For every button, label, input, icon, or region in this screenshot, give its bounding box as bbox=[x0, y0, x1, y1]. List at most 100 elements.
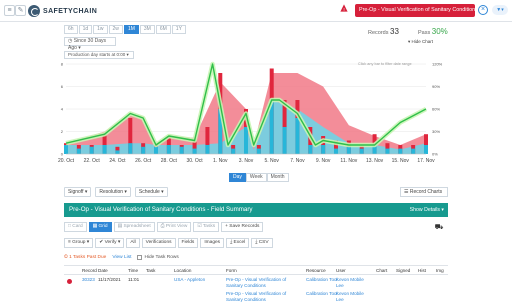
column-header-form[interactable]: Form bbox=[226, 266, 237, 276]
show-details-button[interactable]: Show Details ▾ bbox=[410, 203, 444, 217]
toolbar-excel-button[interactable]: ⤓ Excel bbox=[226, 238, 250, 248]
range-button-1y[interactable]: 1Y bbox=[171, 25, 186, 34]
checkbox-box bbox=[137, 254, 143, 260]
column-header-signed[interactable]: Signed bbox=[396, 266, 410, 276]
view-mode-month[interactable]: Month bbox=[266, 173, 289, 182]
cell-location[interactable]: USA - Appleton bbox=[174, 277, 205, 283]
toolbar-images-button[interactable]: Images bbox=[200, 238, 225, 248]
safetychain-logo[interactable]: SAFETYCHAIN bbox=[28, 5, 97, 17]
logo-icon bbox=[28, 5, 40, 17]
toolbar-csv-button[interactable]: ⤓ CSV bbox=[251, 238, 273, 248]
records-label: Records bbox=[368, 30, 389, 36]
toolbar-tasks-button[interactable]: ☑ Tasks bbox=[193, 222, 220, 232]
cell-record[interactable]: 30323 bbox=[82, 277, 95, 283]
toolbar-print-view-button[interactable]: ⎙ Print View bbox=[156, 222, 192, 232]
x-tick-label: 15. Nov bbox=[392, 158, 410, 164]
column-header-user[interactable]: User bbox=[336, 266, 346, 276]
toolbar-all-button[interactable]: All bbox=[126, 238, 140, 248]
hide-task-label: Hide Task Rows bbox=[144, 254, 179, 260]
production-day-select[interactable]: Production day starts at 0:00 ▾ bbox=[64, 51, 134, 59]
view-list-link[interactable]: View List bbox=[112, 255, 131, 260]
bar-fail bbox=[89, 145, 94, 154]
banner-title: Pre-Op - Visual Verification of Sanitary… bbox=[69, 206, 253, 213]
x-tick-label: 9. Nov bbox=[316, 158, 331, 164]
cell-date: 11/17/2021 bbox=[98, 277, 121, 282]
x-tick-label: 17. Nov bbox=[417, 158, 435, 164]
record-charts-label: Record Charts bbox=[409, 189, 443, 195]
x-tick-label: 3. Nov bbox=[239, 158, 254, 164]
range-button-group: 6h 1d 1w 2w 1M 3M 6M 1Y bbox=[64, 25, 186, 34]
range-button-1m[interactable]: 1M bbox=[123, 25, 139, 34]
column-header-time[interactable]: Time bbox=[128, 266, 138, 276]
column-header-location[interactable]: Location bbox=[174, 266, 191, 276]
view-mode-week[interactable]: Week bbox=[245, 173, 267, 182]
action-toolbar: ≡ Group ▾ ✔ Verify ▾ All Verifications Field… bbox=[64, 238, 273, 248]
edit-icon-button[interactable]: ✎ bbox=[15, 5, 26, 16]
bar-fail bbox=[218, 73, 223, 154]
cell-time: 11:01 bbox=[128, 277, 140, 282]
toolbar-verify-button[interactable]: ✔ Verify ▾ bbox=[95, 238, 125, 248]
bar-pass bbox=[269, 100, 274, 154]
bar-pass bbox=[115, 150, 120, 154]
column-header-resource[interactable]: Resource bbox=[306, 266, 326, 276]
pass-label: Pass bbox=[418, 30, 431, 36]
since-dropdown[interactable]: ◷ Since 30 Days Ago ▾ bbox=[64, 37, 116, 51]
column-header-date[interactable]: Date bbox=[98, 266, 108, 276]
column-header-img[interactable]: Img bbox=[436, 266, 444, 276]
table-row[interactable]: Pre-Op - Visual Verification of Sanitary… bbox=[64, 291, 448, 303]
bar-pass bbox=[141, 146, 146, 154]
show-details-label: Show Details bbox=[409, 207, 440, 213]
close-icon[interactable]: × bbox=[478, 5, 488, 15]
car-icon[interactable]: ⛟ bbox=[433, 224, 445, 232]
range-button-1w[interactable]: 1w bbox=[93, 25, 108, 34]
status-indicator bbox=[67, 279, 72, 284]
records-table-header: Record Date Time Task Location Form Resource Us… bbox=[64, 265, 448, 275]
range-button-2w[interactable]: 2w bbox=[108, 25, 123, 34]
toolbar-group-button[interactable]: ≡ Group ▾ bbox=[64, 238, 94, 248]
since-label: Since 30 Days Ago bbox=[68, 38, 107, 51]
bar-fail bbox=[231, 145, 236, 154]
range-button-6h[interactable]: 6h bbox=[64, 25, 78, 34]
cell-user[interactable]: Kevon Mobile Lee bbox=[336, 291, 370, 303]
sidebar-toggle-button[interactable]: ≡ bbox=[4, 5, 15, 16]
toolbar-card-button[interactable]: □ Card bbox=[64, 222, 87, 232]
tasks-past-due-link[interactable]: ⏲ 1 Tasks Past Due bbox=[64, 254, 106, 260]
bar-pass bbox=[244, 127, 248, 154]
toolbar-fields-button[interactable]: Fields bbox=[177, 238, 199, 248]
column-header-task[interactable]: Task bbox=[146, 266, 155, 276]
record-charts-button[interactable]: ☰ Record Charts bbox=[400, 187, 448, 197]
x-tick-label: 20. Oct bbox=[58, 158, 75, 164]
cell-resource[interactable]: Calibration Tool bbox=[306, 291, 340, 297]
view-mode-day[interactable]: Day bbox=[229, 173, 246, 182]
cell-form[interactable]: Pre-Op - Visual Verification of Sanitary… bbox=[226, 277, 298, 289]
hide-chart-label: Hide Chart bbox=[411, 39, 434, 44]
filter-signoff-select[interactable]: Signoff ▾ bbox=[64, 187, 92, 197]
y-left-tick-label: 4 bbox=[61, 107, 64, 112]
bar-pass bbox=[102, 145, 107, 154]
toolbar-save-records-button[interactable]: + Save Records bbox=[221, 222, 264, 232]
filter-resolution-select[interactable]: Resolution ▾ bbox=[95, 187, 131, 197]
cell-form[interactable]: Pre-Op - Visual Verification of Sanitary… bbox=[226, 291, 298, 303]
cell-user[interactable]: Kevon Mobile Lee bbox=[336, 277, 370, 289]
range-button-1d[interactable]: 1d bbox=[78, 25, 93, 34]
hide-chart-toggle[interactable]: ▾ Hide Chart bbox=[408, 39, 433, 45]
trend-line-glow bbox=[65, 61, 428, 148]
column-header-hist[interactable]: Hist bbox=[418, 266, 426, 276]
toolbar-grid-button[interactable]: ▦ Grid bbox=[88, 222, 112, 232]
active-form-pill[interactable]: Pre-Op - Visual Verification of Sanitary… bbox=[355, 4, 475, 17]
range-button-3m[interactable]: 3M bbox=[139, 25, 155, 34]
bar-pass bbox=[256, 148, 261, 154]
filter-schedule-select[interactable]: Schedule ▾ bbox=[134, 187, 168, 197]
range-button-6m[interactable]: 6M bbox=[155, 25, 171, 34]
hide-task-rows-checkbox[interactable]: Hide Task Rows bbox=[137, 254, 179, 260]
funnel-icon[interactable]: ▼▾ bbox=[492, 5, 508, 15]
bar-fail bbox=[308, 127, 313, 154]
table-row[interactable]: 30323 11/17/2021 11:01 USA - Appleton Pre-Op… bbox=[64, 277, 448, 289]
cell-resource[interactable]: Calibration Tool bbox=[306, 277, 340, 283]
bar-fail bbox=[76, 145, 81, 154]
toolbar-spreadsheet-button[interactable]: ▤ Spreadsheet bbox=[113, 222, 155, 232]
column-header-chart[interactable]: Chart bbox=[376, 266, 387, 276]
column-header-record[interactable]: Record bbox=[82, 266, 97, 276]
toolbar-verifications-button[interactable]: Verifications bbox=[141, 238, 176, 248]
bar-pass bbox=[321, 145, 326, 154]
